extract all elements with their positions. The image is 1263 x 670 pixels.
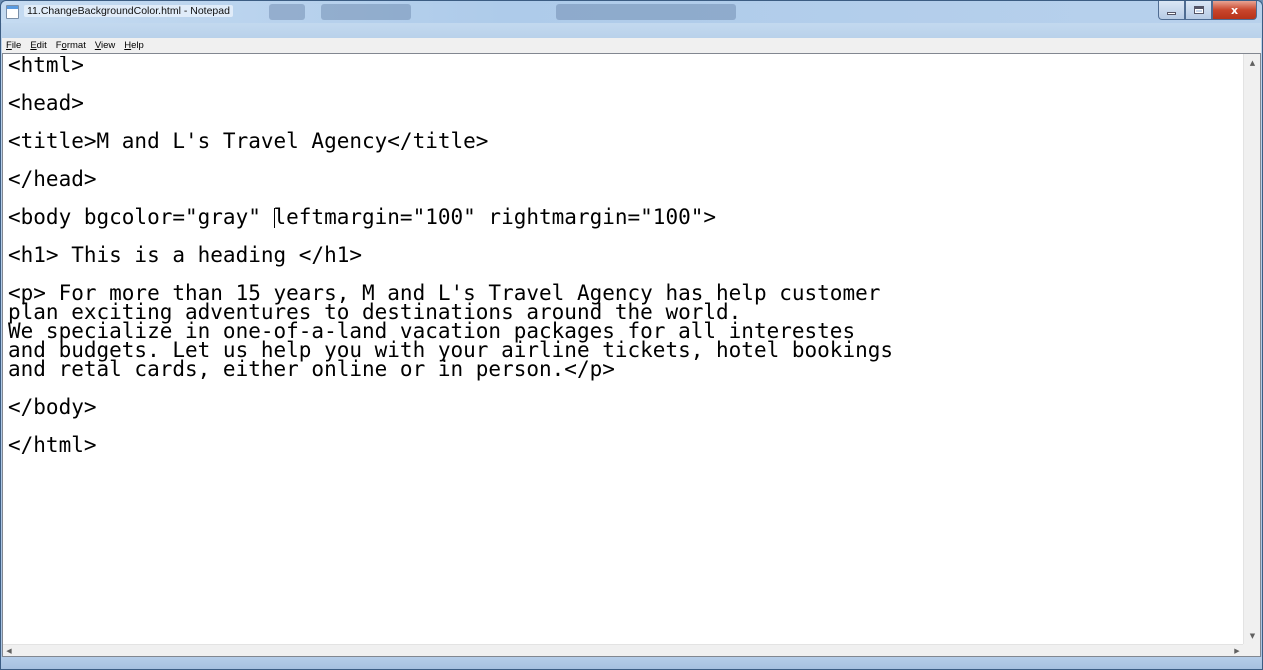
scroll-down-icon[interactable]: ▼ (1244, 627, 1261, 644)
close-icon: x (1230, 3, 1239, 17)
notepad-app-icon[interactable] (6, 5, 19, 19)
maximize-icon (1193, 6, 1204, 14)
text-caret (273, 208, 275, 228)
menu-item-help[interactable]: Help (124, 40, 144, 51)
vertical-scrollbar[interactable]: ▲ ▼ (1243, 54, 1260, 644)
blurred-background-area (321, 4, 411, 20)
menu-bar: File Edit Format View Help (2, 38, 1261, 53)
scroll-up-icon[interactable]: ▲ (1244, 54, 1261, 71)
menu-item-edit[interactable]: Edit (30, 40, 46, 51)
text-line: </html> (8, 433, 97, 457)
menu-item-file[interactable]: File (6, 40, 21, 51)
text-line (8, 417, 1242, 436)
text-line (8, 379, 1242, 398)
text-line: </body> (8, 395, 97, 419)
editor-text-area[interactable]: <html> <head> <title>M and L's Travel Agen… (8, 56, 1242, 644)
text-line: <head> (8, 91, 84, 115)
text-line (8, 75, 1242, 94)
text-line: <title>M and L's Travel Agency</title> (8, 129, 489, 153)
scroll-left-icon[interactable]: ◀ (3, 645, 15, 657)
text-line: <body bgcolor="gray" leftmargin="100" ri… (8, 205, 717, 229)
maximize-button[interactable] (1185, 1, 1212, 20)
window-frame-bottom (1, 657, 1262, 669)
text-line: <h1> This is a heading </h1> (8, 243, 363, 267)
blurred-background-area (556, 4, 736, 20)
window-frame-top (2, 23, 1261, 38)
minimize-icon (1167, 11, 1176, 15)
menu-item-view[interactable]: View (95, 40, 115, 51)
window-title: 11.ChangeBackgroundColor.html - Notepad (24, 5, 233, 17)
text-editor[interactable]: <html> <head> <title>M and L's Travel Agen… (2, 53, 1261, 657)
horizontal-scrollbar[interactable]: ◀ ▶ (3, 644, 1243, 656)
size-grip[interactable] (1243, 644, 1260, 656)
text-line (8, 151, 1242, 170)
title-bar[interactable]: 11.ChangeBackgroundColor.html - Notepad … (1, 1, 1262, 23)
scroll-right-icon[interactable]: ▶ (1231, 645, 1243, 657)
window-controls: x (1158, 1, 1257, 20)
minimize-button[interactable] (1158, 1, 1185, 20)
text-line: <html> (8, 56, 84, 77)
text-line: and retal cards, either online or in per… (8, 357, 615, 381)
menu-item-format[interactable]: Format (56, 40, 86, 51)
notepad-window: 11.ChangeBackgroundColor.html - Notepad … (0, 0, 1263, 670)
close-button[interactable]: x (1212, 1, 1257, 20)
blurred-background-area (269, 4, 305, 20)
text-line: </head> (8, 167, 97, 191)
